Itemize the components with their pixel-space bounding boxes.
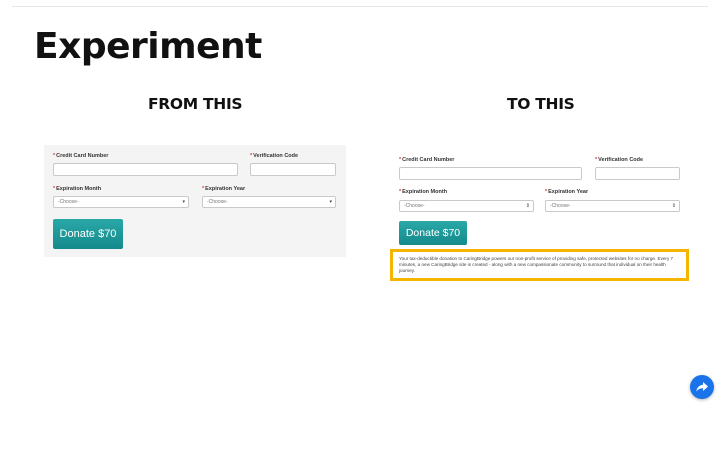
expiration-year-select[interactable]: -Choose- ▾ [202, 196, 336, 208]
original-form-panel: *Credit Card Number *Verification Code *… [44, 145, 346, 257]
chevron-down-icon: ▾ [329, 199, 332, 205]
highlighted-donation-note: Your tax-deductible donation to CaringBr… [390, 249, 689, 281]
credit-card-input[interactable] [399, 167, 582, 180]
donation-note-text: Your tax-deductible donation to CaringBr… [399, 256, 674, 273]
verification-code-input[interactable] [595, 167, 680, 180]
credit-card-input[interactable] [53, 163, 238, 176]
select-arrows-icon: ⇕ [525, 203, 530, 209]
verification-code-input[interactable] [250, 163, 336, 176]
donate-button[interactable]: Donate $70 [399, 221, 467, 245]
expiration-year-label: *Expiration Year [545, 189, 589, 195]
from-this-heading: FROM THIS [148, 95, 243, 113]
credit-card-label: *Credit Card Number [53, 153, 109, 159]
share-button[interactable] [690, 375, 714, 399]
credit-card-label: *Credit Card Number [399, 157, 455, 163]
top-divider [12, 6, 708, 7]
select-arrows-icon: ⇕ [671, 203, 676, 209]
verification-code-label: *Verification Code [250, 153, 299, 159]
to-this-heading: TO THIS [507, 95, 575, 113]
page-title: Experiment [34, 26, 262, 67]
verification-code-label: *Verification Code [595, 157, 644, 163]
expiration-month-select[interactable]: -Choose- ▾ [53, 196, 189, 208]
expiration-month-label: *Expiration Month [53, 186, 102, 192]
expiration-month-label: *Expiration Month [399, 189, 448, 195]
variant-form-panel: *Credit Card Number *Verification Code *… [394, 151, 688, 247]
share-arrow-icon [696, 382, 708, 392]
donate-button[interactable]: Donate $70 [53, 219, 123, 249]
expiration-month-select[interactable]: -Choose- ⇕ [399, 200, 534, 212]
chevron-down-icon: ▾ [182, 199, 185, 205]
expiration-year-select[interactable]: -Choose- ⇕ [545, 200, 680, 212]
expiration-year-label: *Expiration Year [202, 186, 246, 192]
